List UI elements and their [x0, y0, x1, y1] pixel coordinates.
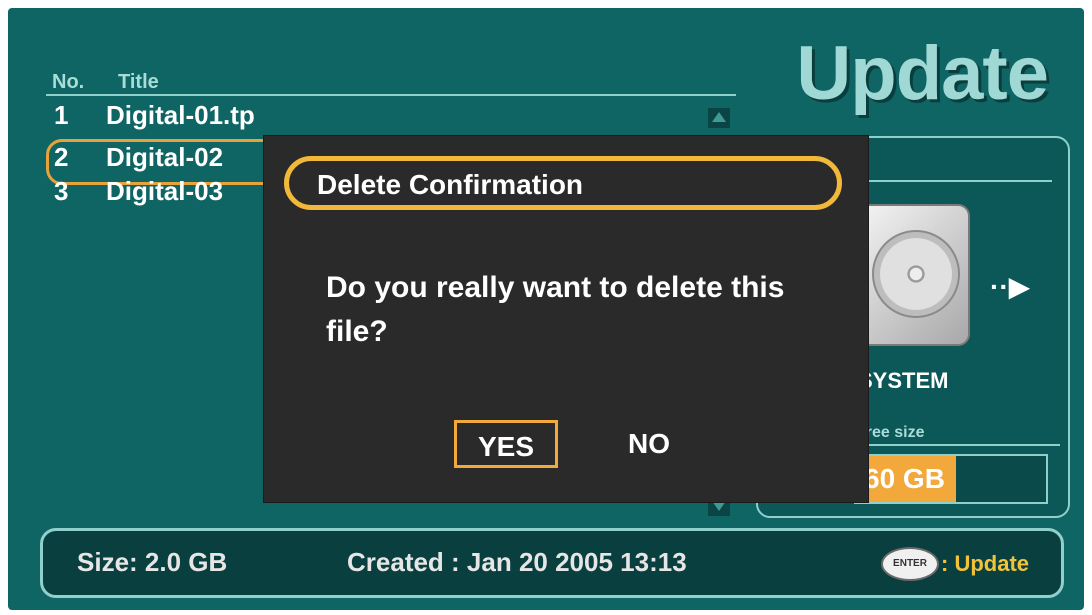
dialog-title-bar: Delete Confirmation: [284, 156, 842, 210]
list-header: No. Title: [46, 70, 736, 96]
list-item-title: Digital-03: [106, 176, 224, 206]
page-title: Update: [796, 31, 1049, 116]
file-size: Size: 2.0 GB: [77, 547, 228, 577]
device-label: SYSTEM: [858, 368, 949, 393]
dialog-message: Do you really want to delete this file?: [326, 271, 785, 348]
free-size-value: 60 GB: [856, 456, 956, 502]
tv-screen: Update No. Title 1 Digital-01.tp 2 Digit…: [8, 8, 1084, 610]
arrow-right-icon[interactable]: ··▶: [990, 270, 1030, 303]
list-item-title: Digital-01.tp: [106, 100, 255, 130]
update-action-label: : Update: [941, 551, 1029, 576]
info-bar: Size: 2.0 GB Created : Jan 20 2005 13:13…: [40, 528, 1064, 598]
yes-button[interactable]: YES: [454, 420, 558, 468]
no-button[interactable]: NO: [604, 420, 694, 468]
scroll-up-button[interactable]: [708, 108, 730, 128]
list-item-no: 1: [54, 100, 69, 130]
panel-divider: [838, 180, 1052, 182]
free-size-divider: [854, 444, 1060, 446]
created-date: Created : Jan 20 2005 13:13: [347, 547, 687, 577]
free-size-bar: 60 GB: [854, 454, 1048, 504]
dialog-title: Delete Confirmation: [317, 169, 584, 200]
arrow-down-icon: [712, 501, 726, 511]
disk-platter: [872, 230, 960, 318]
list-item-no: 3: [54, 176, 69, 206]
column-title: Title: [118, 71, 159, 93]
delete-confirmation-dialog: Delete Confirmation Do you really want t…: [264, 136, 868, 502]
arrow-up-icon: [712, 112, 726, 122]
hard-disk-icon: [858, 204, 970, 346]
enter-button-icon[interactable]: ENTER: [881, 547, 939, 581]
list-item[interactable]: 1 Digital-01.tp: [44, 100, 764, 134]
column-no: No.: [52, 71, 85, 93]
